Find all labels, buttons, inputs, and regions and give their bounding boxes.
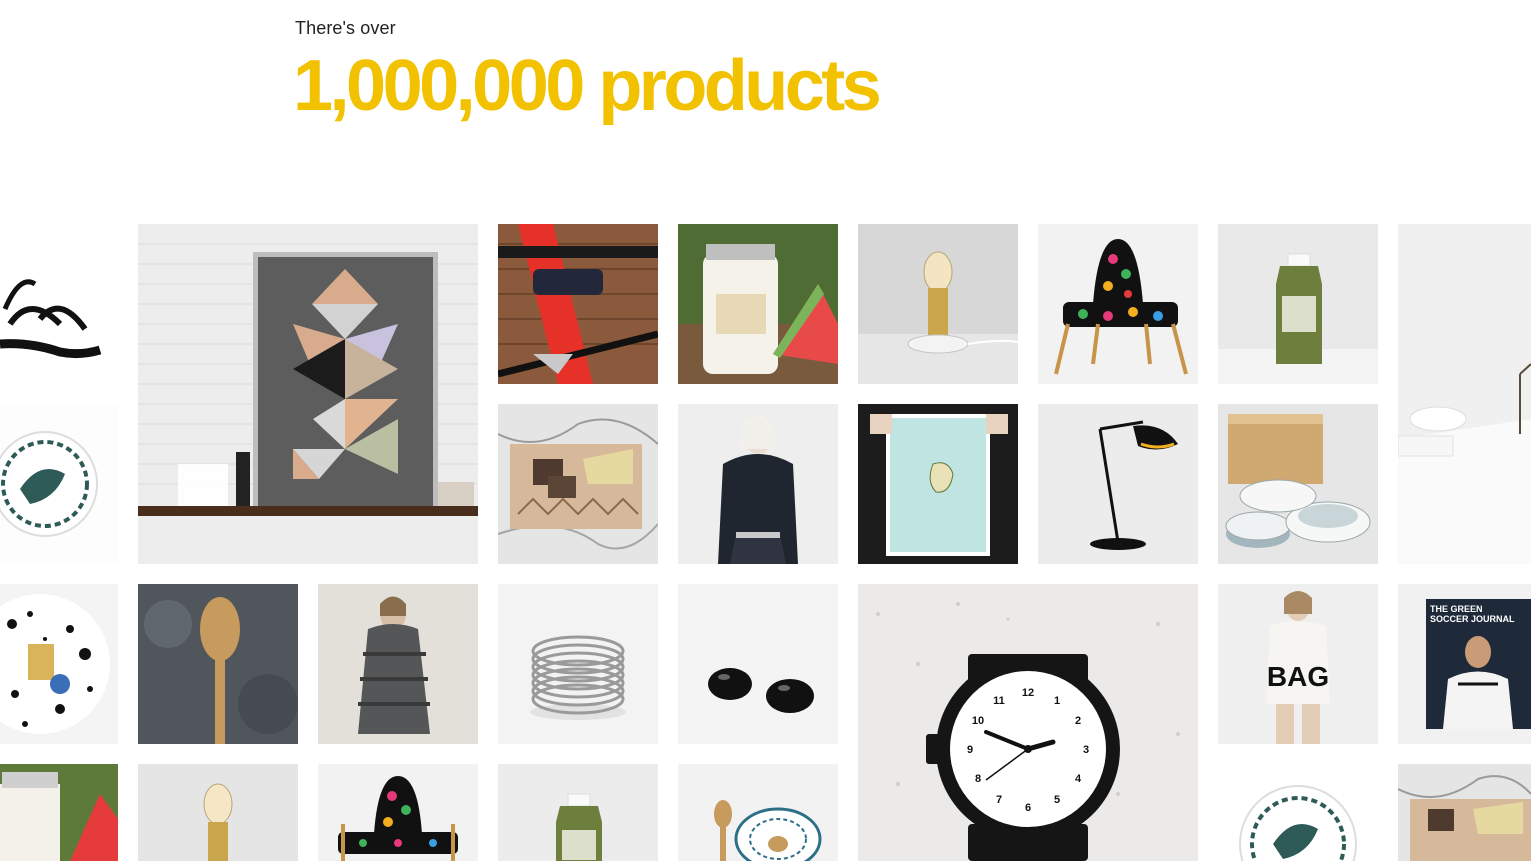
product-tile-plate-bird-small[interactable] — [1218, 764, 1378, 861]
product-image-enamel-prep-set — [1218, 404, 1378, 564]
product-image-chair-small — [318, 764, 478, 861]
product-tile-bike-wine-holder[interactable] — [498, 224, 658, 384]
product-tile-white-interior[interactable] — [1398, 224, 1531, 564]
product-tile-black-stones[interactable] — [678, 584, 838, 744]
product-image-green-bottle — [1218, 224, 1378, 384]
product-image-bike-wine-holder — [498, 224, 658, 384]
product-image-bottle-small — [498, 764, 658, 861]
product-tile-wrist-watch[interactable]: 12 1 2 345 678 9 10 11 — [858, 584, 1198, 861]
product-tile-silver-bangles[interactable] — [498, 584, 658, 744]
product-image-plate-bird — [0, 404, 118, 564]
product-tile-spoon-bowl[interactable] — [678, 764, 838, 861]
product-image-melon-jar-small — [0, 764, 118, 861]
product-image-black-stones — [678, 584, 838, 744]
product-tile-leather-jacket[interactable] — [678, 404, 838, 564]
product-tile-sandals[interactable] — [0, 224, 118, 384]
product-image-wooden-spoon — [138, 584, 298, 744]
product-image-silver-bangles — [498, 584, 658, 744]
product-image-patterned-chair — [1038, 224, 1198, 384]
product-tile-soccer-journal[interactable]: THE GREEN SOCCER JOURNAL — [1398, 584, 1531, 744]
product-tile-dotted-plate[interactable] — [0, 584, 118, 744]
svg-text:9: 9 — [967, 744, 973, 756]
hero-kicker: There's over — [295, 18, 396, 38]
svg-text:6: 6 — [1025, 802, 1031, 814]
product-image-black-desk-lamp — [1038, 404, 1198, 564]
product-image-sandals — [0, 224, 118, 384]
product-image-plate-bird-small — [1218, 764, 1378, 861]
product-tile-marble-lamp[interactable] — [858, 224, 1018, 384]
svg-text:2: 2 — [1075, 715, 1081, 727]
svg-text:BAG: BAG — [1267, 661, 1329, 692]
product-tile-map-print[interactable] — [858, 404, 1018, 564]
product-image-spoon-bowl — [678, 764, 838, 861]
product-image-cheese-board — [498, 404, 658, 564]
svg-text:11: 11 — [993, 695, 1005, 707]
product-tile-cheese-board[interactable] — [498, 404, 658, 564]
product-tile-coat-model[interactable] — [318, 584, 478, 744]
svg-text:SOCCER JOURNAL: SOCCER JOURNAL — [1430, 614, 1515, 624]
product-tile-sweater-model[interactable]: BAG — [1218, 584, 1378, 744]
product-tile-enamel-prep-set[interactable] — [1218, 404, 1378, 564]
svg-text:7: 7 — [996, 794, 1002, 806]
product-tile-patterned-chair[interactable] — [1038, 224, 1198, 384]
product-tile-wooden-spoon[interactable] — [138, 584, 298, 744]
product-tile-edison-bulb[interactable] — [138, 764, 298, 861]
product-tile-tangram-poster[interactable] — [138, 224, 478, 564]
product-tile-green-bottle[interactable] — [1218, 224, 1378, 384]
product-image-marble-lamp — [858, 224, 1018, 384]
product-image-sweater-model: BAG — [1218, 584, 1378, 744]
product-image-wrist-watch: 1212 345 678 91011 — [858, 584, 1198, 861]
svg-text:8: 8 — [975, 773, 981, 785]
svg-text:4: 4 — [1075, 773, 1082, 785]
svg-text:3: 3 — [1083, 744, 1089, 756]
product-tile-black-desk-lamp[interactable] — [1038, 404, 1198, 564]
product-image-white-interior — [1398, 224, 1531, 564]
product-tile-chair-small[interactable] — [318, 764, 478, 861]
product-tile-cheese-board-small[interactable] — [1398, 764, 1531, 861]
product-image-coat-model — [318, 584, 478, 744]
product-image-dotted-plate — [0, 584, 118, 744]
svg-text:5: 5 — [1054, 794, 1060, 806]
product-image-cheese-board-small — [1398, 764, 1531, 861]
svg-text:12: 12 — [1022, 687, 1034, 699]
product-image-map-print — [858, 404, 1018, 564]
product-tile-plate-bird[interactable] — [0, 404, 118, 564]
product-tile-bottle-small[interactable] — [498, 764, 658, 861]
svg-text:10: 10 — [972, 715, 984, 727]
product-image-melon-head-jar — [678, 224, 838, 384]
product-image-soccer-journal: THE GREEN SOCCER JOURNAL — [1398, 584, 1531, 744]
hero-headline: 1,000,000 products — [293, 46, 882, 126]
svg-text:THE GREEN: THE GREEN — [1430, 604, 1483, 614]
svg-text:1: 1 — [1054, 695, 1060, 707]
product-image-tangram-poster — [138, 224, 478, 564]
product-image-leather-jacket — [678, 404, 838, 564]
product-tile-melon-jar-small[interactable] — [0, 764, 118, 861]
product-tile-melon-head-jar[interactable] — [678, 224, 838, 384]
product-image-edison-bulb — [138, 764, 298, 861]
